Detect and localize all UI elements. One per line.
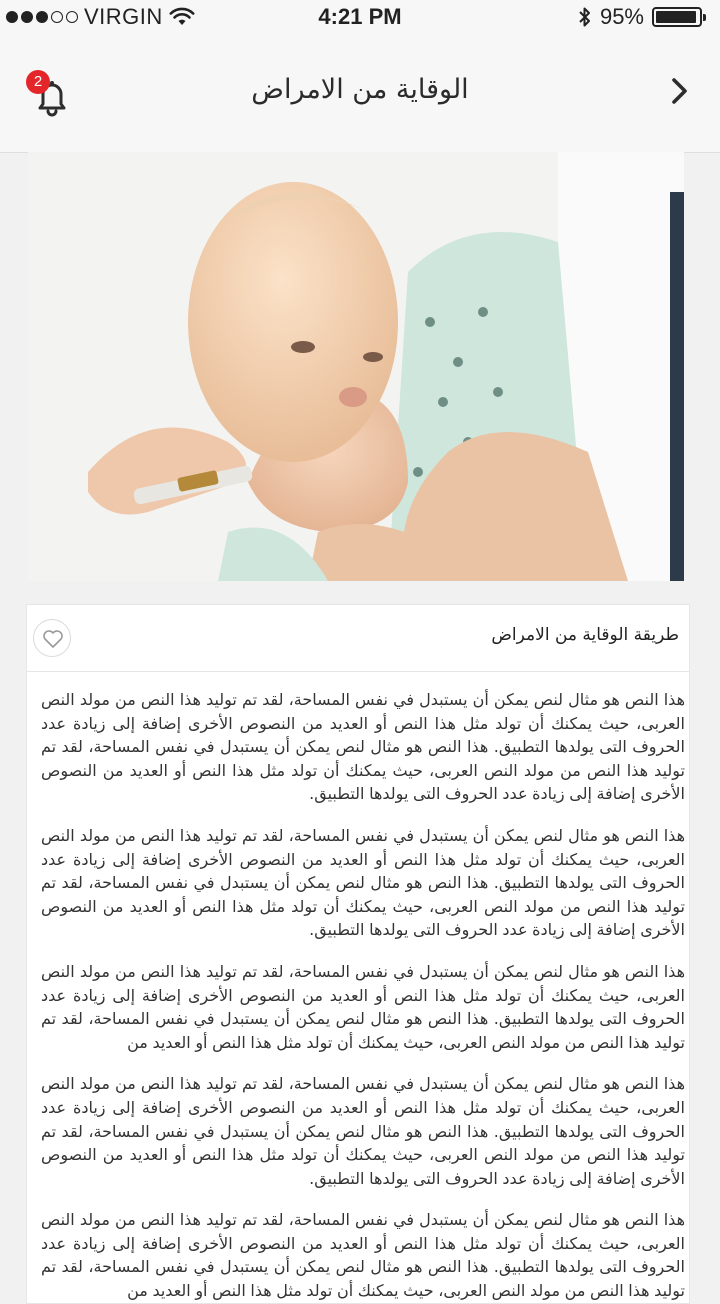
app-header: 2 الوقاية من الامراض [0,34,720,153]
favorite-button[interactable] [33,619,71,657]
article-paragraph: هذا النص هو مثال لنص يمكن أن يستبدل في ن… [41,961,685,1052]
chevron-right-icon[interactable] [668,74,692,108]
heart-icon [43,630,63,648]
battery-icon [652,7,706,27]
article-body: هذا النص هو مثال لنص يمكن أن يستبدل في ن… [27,672,689,1303]
article-card: طريقة الوقاية من الامراض هذا النص هو مثا… [26,604,690,1304]
article-paragraph: هذا النص هو مثال لنص يمكن أن يستبدل في ن… [41,690,685,804]
article-paragraph: هذا النص هو مثال لنص يمكن أن يستبدل في ن… [41,1074,685,1188]
battery-fill [656,11,696,23]
article-title: طريقة الوقاية من الامراض [491,625,679,645]
article-card-header: طريقة الوقاية من الامراض [27,605,689,672]
article-paragraph: هذا النص هو مثال لنص يمكن أن يستبدل في ن… [41,1210,685,1301]
bluetooth-icon [579,7,590,27]
status-bar: VIRGIN 4:21 PM 95% [0,0,720,34]
battery-percent: 95% [599,4,644,29]
article-paragraph: هذا النص هو مثال لنص يمكن أن يستبدل في ن… [41,825,685,940]
page-title: الوقاية من الامراض [251,74,469,105]
status-bar-right: 95% [578,4,706,30]
article-image [28,152,684,581]
baby-vaccination-illustration [28,152,684,581]
